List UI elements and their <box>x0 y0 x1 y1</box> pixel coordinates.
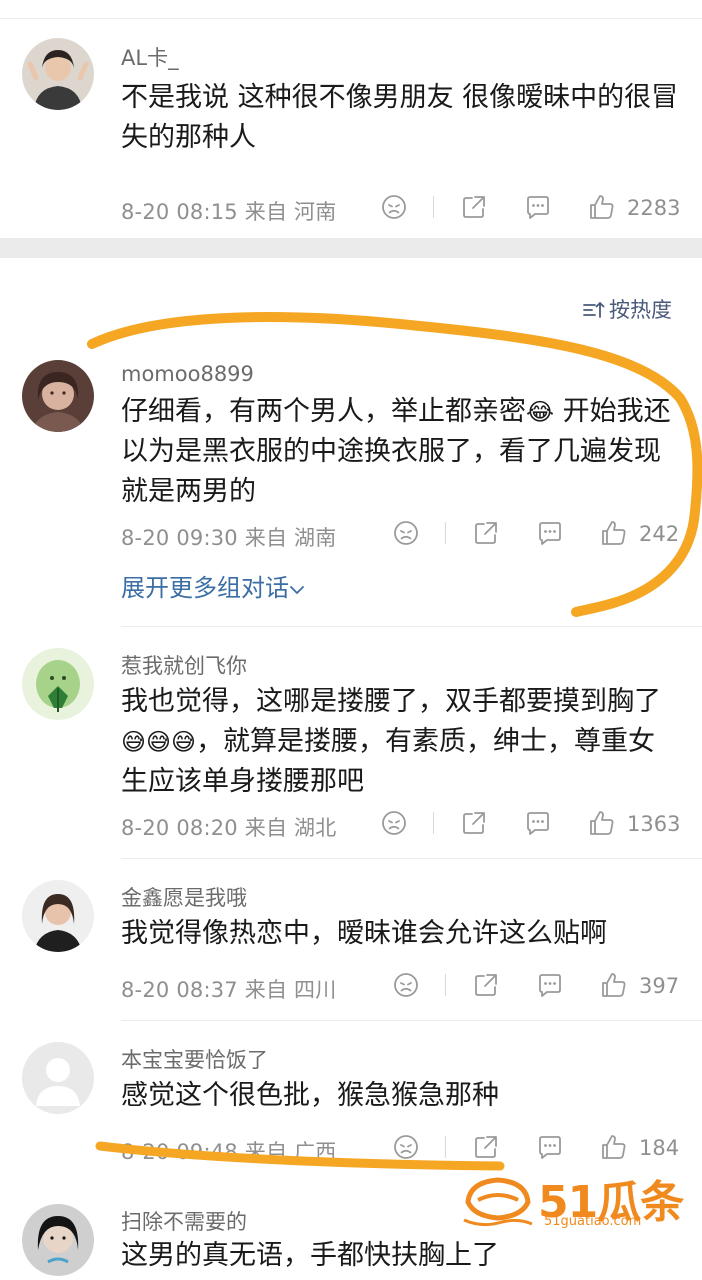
share-icon[interactable] <box>457 806 491 840</box>
comment-time: 8-20 08:15 来自 河南 <box>121 200 337 224</box>
sort-icon <box>583 300 605 325</box>
meta-separator <box>445 522 446 544</box>
watermark: 51瓜条 51guatiao.com <box>462 1172 684 1238</box>
like-icon[interactable] <box>597 516 631 550</box>
comment-meta: 8-20 08:37 来自 四川 397 <box>121 966 681 1006</box>
avatar[interactable] <box>22 38 94 110</box>
comment-icon[interactable] <box>533 968 567 1002</box>
like-count: 1363 <box>627 812 681 836</box>
comment-text: 感觉这个很色批，猴急猴急那种 <box>121 1080 499 1111</box>
username[interactable]: 本宝宝要恰饭了 <box>121 1044 268 1074</box>
comment-icon[interactable] <box>521 806 555 840</box>
like-icon[interactable] <box>597 1130 631 1164</box>
expand-replies-link[interactable]: 展开更多组对话 <box>121 568 305 603</box>
comment-text: 我也觉得，这哪是搂腰了，双手都要摸到胸了😅😅😅，就算是搂腰，有素质，绅士，尊重女… <box>121 686 661 797</box>
username[interactable]: AL卡_ <box>121 42 179 72</box>
meta-separator <box>445 1136 446 1158</box>
comment-text: 我觉得像热恋中，暧昧谁会允许这么贴啊 <box>121 918 607 949</box>
row-divider <box>121 1020 702 1021</box>
comment-meta: 8-20 08:15 来自 河南 2283 <box>121 188 681 228</box>
comment-time: 8-20 08:37 来自 四川 <box>121 978 337 1002</box>
comment-icon[interactable] <box>533 516 567 550</box>
like-icon[interactable] <box>585 806 619 840</box>
dislike-icon[interactable] <box>377 190 411 224</box>
dislike-icon[interactable] <box>389 1130 423 1164</box>
username[interactable]: 金鑫愿是我哦 <box>121 882 247 912</box>
emoji: 😅😅😅 <box>121 728 197 756</box>
row-divider <box>121 626 702 627</box>
like-icon[interactable] <box>585 190 619 224</box>
share-icon[interactable] <box>457 190 491 224</box>
comment-time: 8-20 09:30 来自 湖南 <box>121 526 337 550</box>
share-icon[interactable] <box>469 1130 503 1164</box>
share-icon[interactable] <box>469 968 503 1002</box>
comment-meta: 8-20 08:20 来自 湖北 1363 <box>121 804 681 844</box>
username[interactable]: 惹我就创飞你 <box>121 650 247 680</box>
username[interactable]: 扫除不需要的 <box>121 1206 247 1236</box>
section-separator <box>0 238 702 258</box>
comment-text: 不是我说 这种很不像男朋友 很像暧昧中的很冒失的那种人 <box>121 82 679 153</box>
username[interactable]: momoo8899 <box>121 362 254 386</box>
sort-label: 按热度 <box>609 298 672 322</box>
row-divider <box>121 858 702 859</box>
comment-icon[interactable] <box>533 1130 567 1164</box>
comment-text: 这男的真无语，手都快扶胸上了 <box>121 1240 499 1271</box>
like-icon[interactable] <box>597 968 631 1002</box>
dislike-icon[interactable] <box>389 968 423 1002</box>
watermark-site: 51guatiao.com <box>544 1214 642 1229</box>
avatar[interactable] <box>22 648 94 720</box>
meta-separator <box>433 812 434 834</box>
comment-icon[interactable] <box>521 190 555 224</box>
like-count: 184 <box>639 1136 680 1160</box>
meta-separator <box>445 974 446 996</box>
dislike-icon[interactable] <box>389 516 423 550</box>
avatar[interactable] <box>22 360 94 432</box>
watermark-logo-icon <box>463 1177 533 1227</box>
chevron-down-icon <box>289 574 305 602</box>
avatar[interactable] <box>22 880 94 952</box>
avatar[interactable] <box>22 1042 94 1114</box>
comment-time: 8-20 09:48 来自 广西 <box>121 1140 337 1164</box>
like-count: 397 <box>639 974 680 998</box>
like-count: 2283 <box>627 196 681 220</box>
comment-meta: 8-20 09:30 来自 湖南 242 <box>121 514 681 554</box>
comment-meta: 8-20 09:48 来自 广西 184 <box>121 1128 681 1168</box>
avatar[interactable] <box>22 1204 94 1276</box>
like-count: 242 <box>639 522 680 546</box>
emoji: 😂 <box>526 398 555 426</box>
top-divider <box>0 18 702 19</box>
comment-time: 8-20 08:20 来自 湖北 <box>121 816 337 840</box>
dislike-icon[interactable] <box>377 806 411 840</box>
share-icon[interactable] <box>469 516 503 550</box>
sort-button[interactable]: 按热度 <box>583 294 672 325</box>
meta-separator <box>433 196 434 218</box>
comment-text: 仔细看，有两个男人，举止都亲密😂 开始我还以为是黑衣服的中途换衣服了，看了几遍发… <box>121 396 671 507</box>
